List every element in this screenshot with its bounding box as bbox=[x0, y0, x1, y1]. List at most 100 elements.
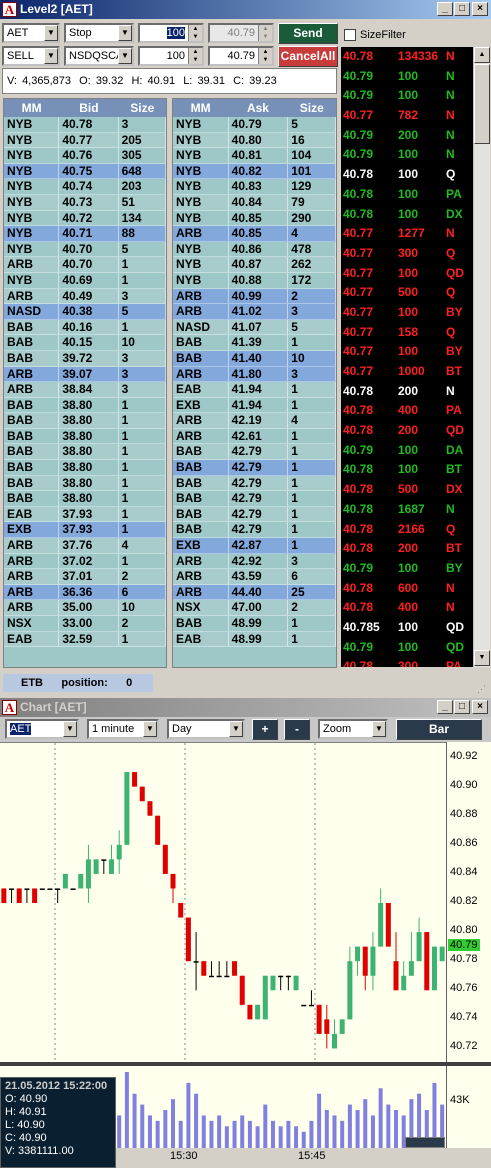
price-axis[interactable]: 40.92 40.90 40.88 40.86 40.84 40.82 40.80 40.78… bbox=[446, 742, 491, 1062]
tape-row[interactable]: 40.78 200 BT bbox=[341, 539, 473, 559]
bid-row[interactable]: ARB 37.02 1 bbox=[4, 553, 166, 570]
tape-row[interactable]: 40.77 158 Q bbox=[341, 323, 473, 343]
order-type-combo[interactable]: Stop ▼ bbox=[64, 23, 134, 43]
bid-row[interactable]: BAB 40.15 10 bbox=[4, 335, 166, 351]
ask-row[interactable]: BAB 42.79 1 bbox=[173, 475, 336, 492]
bid-row[interactable]: BAB 40.16 1 bbox=[4, 319, 166, 336]
ask-row[interactable]: ARB 42.92 3 bbox=[173, 553, 336, 570]
ask-row[interactable]: NYB 40.85 290 bbox=[173, 210, 336, 227]
tape-row[interactable]: 40.77 1277 N bbox=[341, 224, 473, 244]
bid-row[interactable]: NSX 33.00 2 bbox=[4, 616, 166, 632]
chevron-down-icon[interactable]: ▼ bbox=[372, 721, 386, 737]
ask-row[interactable]: NYB 40.83 129 bbox=[173, 179, 336, 195]
ask-row[interactable]: NYB 40.86 478 bbox=[173, 241, 336, 258]
bid-row[interactable]: BAB 38.80 1 bbox=[4, 460, 166, 476]
chevron-down-icon[interactable]: ▼ bbox=[44, 25, 58, 41]
ask-row[interactable]: EXB 41.94 1 bbox=[173, 397, 336, 414]
ask-row[interactable]: BAB 48.99 1 bbox=[173, 616, 336, 632]
tape-row[interactable]: 40.79 100 N bbox=[341, 67, 473, 87]
ask-row[interactable]: EAB 41.94 1 bbox=[173, 382, 336, 398]
bid-row[interactable]: NASD 40.38 5 bbox=[4, 304, 166, 320]
tape-scrollbar[interactable]: ▲ ▼ bbox=[473, 47, 490, 667]
tape-row[interactable]: 40.78 100 PA bbox=[341, 185, 473, 205]
tape-row[interactable]: 40.79 100 N bbox=[341, 145, 473, 165]
bid-row[interactable]: ARB 37.01 2 bbox=[4, 569, 166, 585]
tape-row[interactable]: 40.78 100 Q bbox=[341, 165, 473, 185]
ask-row[interactable]: ARB 41.02 3 bbox=[173, 304, 336, 320]
bid-row[interactable]: NYB 40.75 648 bbox=[4, 163, 166, 180]
ask-row[interactable]: BAB 42.79 1 bbox=[173, 444, 336, 461]
bid-row[interactable]: ARB 40.49 3 bbox=[4, 288, 166, 305]
bid-row[interactable]: NYB 40.69 1 bbox=[4, 272, 166, 289]
tape-row[interactable]: 40.78 300 PA bbox=[341, 657, 473, 667]
tape-row[interactable]: 40.78 200 N bbox=[341, 382, 473, 402]
bid-col-size[interactable]: Size bbox=[119, 99, 166, 117]
ask-row[interactable]: NSX 47.00 2 bbox=[173, 600, 336, 616]
tape-row[interactable]: 40.77 100 BY bbox=[341, 303, 473, 323]
maximize-icon[interactable]: □ bbox=[454, 2, 470, 16]
close-icon[interactable]: × bbox=[472, 700, 488, 714]
chevron-down-icon[interactable]: ▼ bbox=[118, 25, 132, 41]
interval-combo[interactable]: 1 minute ▼ bbox=[87, 719, 159, 739]
ask-row[interactable]: NYB 40.81 104 bbox=[173, 148, 336, 164]
price-stepper-1[interactable]: 40.79 ▲ ▼ bbox=[208, 23, 274, 43]
bid-row[interactable]: BAB 38.80 1 bbox=[4, 397, 166, 414]
tape-row[interactable]: 40.78 134336 N bbox=[341, 47, 473, 67]
bid-row[interactable]: NYB 40.77 205 bbox=[4, 132, 166, 149]
close-icon[interactable]: × bbox=[472, 2, 488, 16]
bid-row[interactable]: EAB 37.93 1 bbox=[4, 506, 166, 523]
tape-row[interactable]: 40.78 400 N bbox=[341, 598, 473, 618]
bid-col-mm[interactable]: MM bbox=[4, 99, 59, 117]
ask-row[interactable]: BAB 41.40 10 bbox=[173, 350, 336, 367]
tape-row[interactable]: 40.77 100 QD bbox=[341, 264, 473, 284]
chart-hscrollbar[interactable] bbox=[405, 1137, 445, 1148]
ask-row[interactable]: BAB 42.79 1 bbox=[173, 522, 336, 539]
ask-row[interactable]: ARB 41.80 3 bbox=[173, 366, 336, 383]
bid-row[interactable]: ARB 36.36 6 bbox=[4, 584, 166, 601]
tape-row[interactable]: 40.78 2166 Q bbox=[341, 520, 473, 540]
price-chart-area[interactable] bbox=[0, 742, 446, 1063]
bid-row[interactable]: BAB 38.80 1 bbox=[4, 491, 166, 507]
ask-row[interactable]: EAB 48.99 1 bbox=[173, 631, 336, 648]
price-stepper-2[interactable]: 40.79 ▲ ▼ bbox=[208, 46, 274, 66]
bid-row[interactable]: BAB 38.80 1 bbox=[4, 413, 166, 429]
qty-stepper-2[interactable]: 100 ▲ ▼ bbox=[138, 46, 204, 66]
chevron-down-icon[interactable]: ▼ bbox=[143, 721, 157, 737]
bid-row[interactable]: NYB 40.76 305 bbox=[4, 148, 166, 164]
scroll-thumb[interactable] bbox=[474, 64, 490, 144]
ask-col-mm[interactable]: MM bbox=[173, 99, 228, 117]
chevron-down-icon[interactable]: ▼ bbox=[44, 48, 58, 64]
bid-row[interactable]: ARB 37.76 4 bbox=[4, 538, 166, 554]
bid-row[interactable]: ARB 35.00 10 bbox=[4, 600, 166, 616]
ask-row[interactable]: NYB 40.82 101 bbox=[173, 163, 336, 180]
minimize-icon[interactable]: _ bbox=[437, 700, 453, 714]
bid-row[interactable]: EAB 32.59 1 bbox=[4, 631, 166, 648]
spin-arrows-icon[interactable]: ▲ ▼ bbox=[188, 25, 202, 41]
minimize-icon[interactable]: _ bbox=[437, 2, 453, 16]
scroll-down-icon[interactable]: ▼ bbox=[474, 650, 490, 666]
tape-row[interactable]: 40.785 100 QD bbox=[341, 618, 473, 638]
tape-row[interactable]: 40.78 1687 N bbox=[341, 500, 473, 520]
chevron-down-icon[interactable]: ▼ bbox=[229, 721, 243, 737]
bid-row[interactable]: BAB 38.80 1 bbox=[4, 428, 166, 445]
ask-row[interactable]: NYB 40.84 79 bbox=[173, 194, 336, 211]
spin-arrows-icon[interactable]: ▲ ▼ bbox=[258, 48, 272, 64]
tape-row[interactable]: 40.78 200 QD bbox=[341, 421, 473, 441]
route-combo[interactable]: NSDQSCAN ▼ bbox=[64, 46, 134, 66]
zoom-combo[interactable]: Zoom ▼ bbox=[318, 719, 388, 739]
period-combo[interactable]: Day ▼ bbox=[167, 719, 245, 739]
ask-row[interactable]: EXB 42.87 1 bbox=[173, 538, 336, 554]
tape-row[interactable]: 40.79 100 BY bbox=[341, 559, 473, 579]
ask-row[interactable]: ARB 42.61 1 bbox=[173, 428, 336, 445]
level2-titlebar[interactable]: A Level2 [AET] _ □ × bbox=[0, 0, 491, 19]
send-button[interactable]: Send bbox=[278, 23, 338, 44]
ask-row[interactable]: BAB 42.79 1 bbox=[173, 460, 336, 476]
tape-row[interactable]: 40.78 100 DX bbox=[341, 205, 473, 225]
ask-row[interactable]: ARB 44.40 25 bbox=[173, 584, 336, 601]
tape-row[interactable]: 40.77 300 Q bbox=[341, 244, 473, 264]
ask-row[interactable]: NASD 41.07 5 bbox=[173, 319, 336, 336]
tape-row[interactable]: 40.78 600 N bbox=[341, 579, 473, 599]
size-filter-checkbox[interactable]: SizeFilter bbox=[344, 28, 454, 44]
chevron-down-icon[interactable]: ▼ bbox=[118, 48, 132, 64]
tape-row[interactable]: 40.77 500 Q bbox=[341, 283, 473, 303]
